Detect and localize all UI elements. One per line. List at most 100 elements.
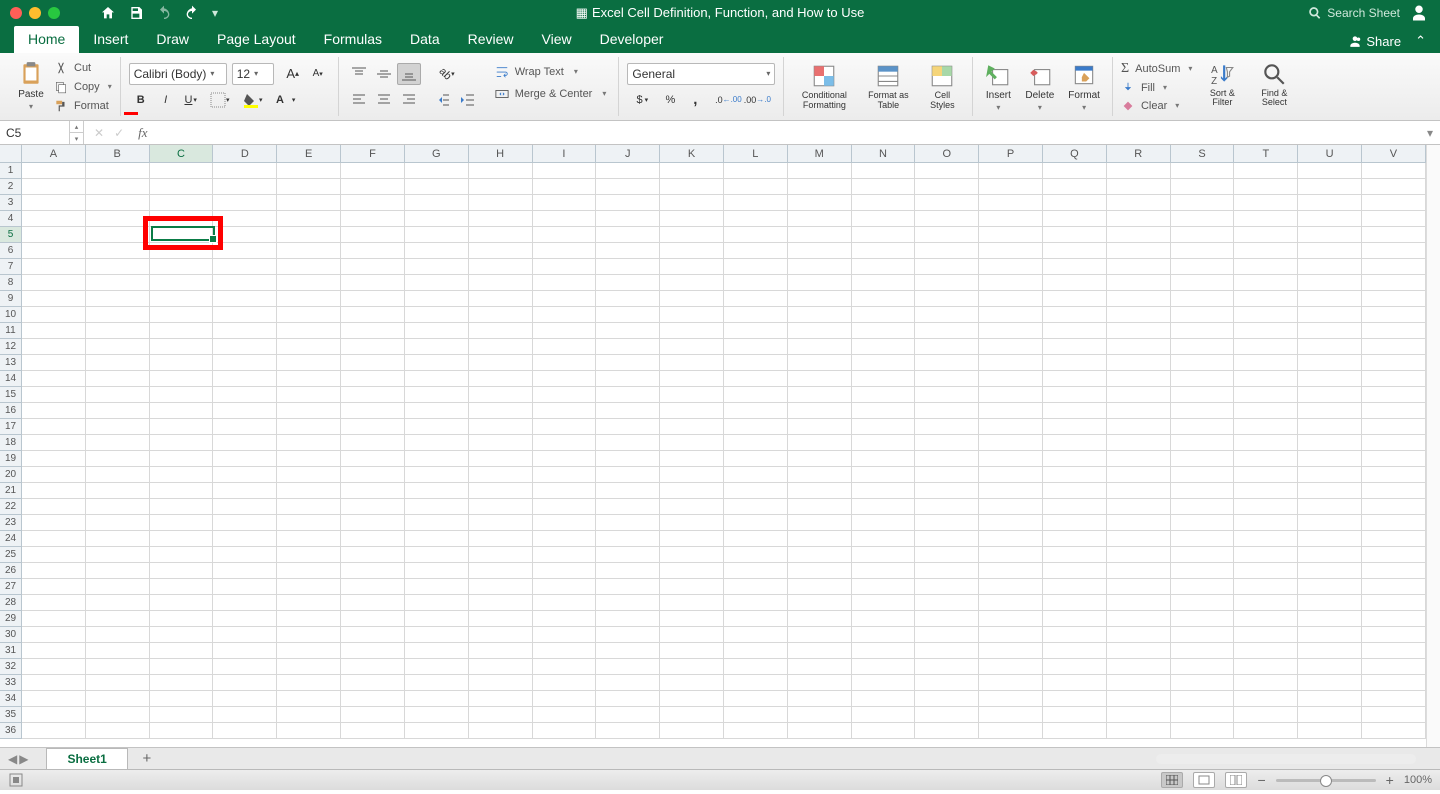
cell[interactable]: [1107, 307, 1171, 323]
cell[interactable]: [277, 659, 341, 675]
cell[interactable]: [150, 419, 214, 435]
cell[interactable]: [150, 595, 214, 611]
cell[interactable]: [724, 579, 788, 595]
cell[interactable]: [533, 227, 597, 243]
cell[interactable]: [469, 323, 533, 339]
zoom-in-button[interactable]: +: [1386, 772, 1394, 788]
cell[interactable]: [341, 275, 405, 291]
column-header[interactable]: S: [1171, 145, 1235, 163]
cell[interactable]: [469, 467, 533, 483]
cell[interactable]: [469, 435, 533, 451]
format-as-table-button[interactable]: Format as Table: [862, 61, 914, 113]
cell[interactable]: [724, 451, 788, 467]
row-header[interactable]: 9: [0, 291, 22, 307]
cell[interactable]: [852, 259, 916, 275]
row-header[interactable]: 18: [0, 435, 22, 451]
cell[interactable]: [660, 339, 724, 355]
cell[interactable]: [979, 355, 1043, 371]
cell[interactable]: [405, 211, 469, 227]
cell[interactable]: [979, 387, 1043, 403]
cell[interactable]: [341, 259, 405, 275]
cell[interactable]: [1171, 595, 1235, 611]
column-header[interactable]: C: [150, 145, 214, 163]
cell[interactable]: [660, 179, 724, 195]
cell[interactable]: [1362, 627, 1426, 643]
cell[interactable]: [533, 547, 597, 563]
cell[interactable]: [915, 387, 979, 403]
cell[interactable]: [533, 179, 597, 195]
cell[interactable]: [405, 163, 469, 179]
cell[interactable]: [1298, 547, 1362, 563]
cell[interactable]: [1298, 211, 1362, 227]
cell[interactable]: [533, 483, 597, 499]
cell[interactable]: [1171, 659, 1235, 675]
cell[interactable]: [1362, 339, 1426, 355]
cell[interactable]: [341, 531, 405, 547]
cell[interactable]: [1362, 659, 1426, 675]
cell[interactable]: [341, 595, 405, 611]
cell[interactable]: [150, 451, 214, 467]
cell[interactable]: [596, 371, 660, 387]
fill-button[interactable]: Fill▾: [1121, 79, 1192, 97]
cell[interactable]: [22, 275, 86, 291]
cell[interactable]: [1362, 387, 1426, 403]
cell[interactable]: [788, 627, 852, 643]
cell[interactable]: [1362, 611, 1426, 627]
column-header[interactable]: D: [213, 145, 277, 163]
cell[interactable]: [150, 483, 214, 499]
cell[interactable]: [533, 419, 597, 435]
cell[interactable]: [1171, 419, 1235, 435]
cell[interactable]: [1043, 435, 1107, 451]
cell[interactable]: [277, 387, 341, 403]
cell[interactable]: [1298, 691, 1362, 707]
cell[interactable]: [1171, 499, 1235, 515]
cell[interactable]: [1234, 163, 1298, 179]
close-window-button[interactable]: [10, 7, 22, 19]
cell[interactable]: [86, 163, 150, 179]
cell[interactable]: [788, 179, 852, 195]
cell[interactable]: [469, 483, 533, 499]
increase-decimal-button[interactable]: .0←.00: [714, 89, 742, 111]
cell[interactable]: [724, 243, 788, 259]
cell[interactable]: [660, 659, 724, 675]
save-icon[interactable]: [128, 5, 144, 21]
cell[interactable]: [724, 419, 788, 435]
cell[interactable]: [1362, 371, 1426, 387]
cell[interactable]: [660, 707, 724, 723]
cell[interactable]: [1234, 371, 1298, 387]
cell[interactable]: [1043, 195, 1107, 211]
cell[interactable]: [213, 435, 277, 451]
cell[interactable]: [979, 195, 1043, 211]
cell[interactable]: [1107, 275, 1171, 291]
cell[interactable]: [724, 531, 788, 547]
cell[interactable]: [533, 707, 597, 723]
row-header[interactable]: 21: [0, 483, 22, 499]
cell[interactable]: [405, 307, 469, 323]
cell[interactable]: [979, 515, 1043, 531]
cell[interactable]: [405, 499, 469, 515]
cell[interactable]: [213, 531, 277, 547]
cell[interactable]: [277, 323, 341, 339]
horizontal-scrollbar[interactable]: [1156, 754, 1416, 764]
cell[interactable]: [1107, 259, 1171, 275]
cell[interactable]: [724, 659, 788, 675]
cancel-formula-icon[interactable]: ✕: [94, 126, 104, 140]
cell[interactable]: [405, 531, 469, 547]
cell[interactable]: [469, 723, 533, 739]
row-header[interactable]: 13: [0, 355, 22, 371]
cell[interactable]: [213, 643, 277, 659]
cell[interactable]: [150, 371, 214, 387]
cell[interactable]: [660, 387, 724, 403]
cell[interactable]: [724, 563, 788, 579]
cell[interactable]: [1171, 163, 1235, 179]
cell[interactable]: [724, 371, 788, 387]
cell[interactable]: [1362, 643, 1426, 659]
cell[interactable]: [1043, 627, 1107, 643]
cell[interactable]: [277, 563, 341, 579]
cell[interactable]: [1234, 291, 1298, 307]
cell[interactable]: [213, 483, 277, 499]
cell[interactable]: [1043, 547, 1107, 563]
cell[interactable]: [852, 563, 916, 579]
cell[interactable]: [724, 611, 788, 627]
cell[interactable]: [1234, 547, 1298, 563]
